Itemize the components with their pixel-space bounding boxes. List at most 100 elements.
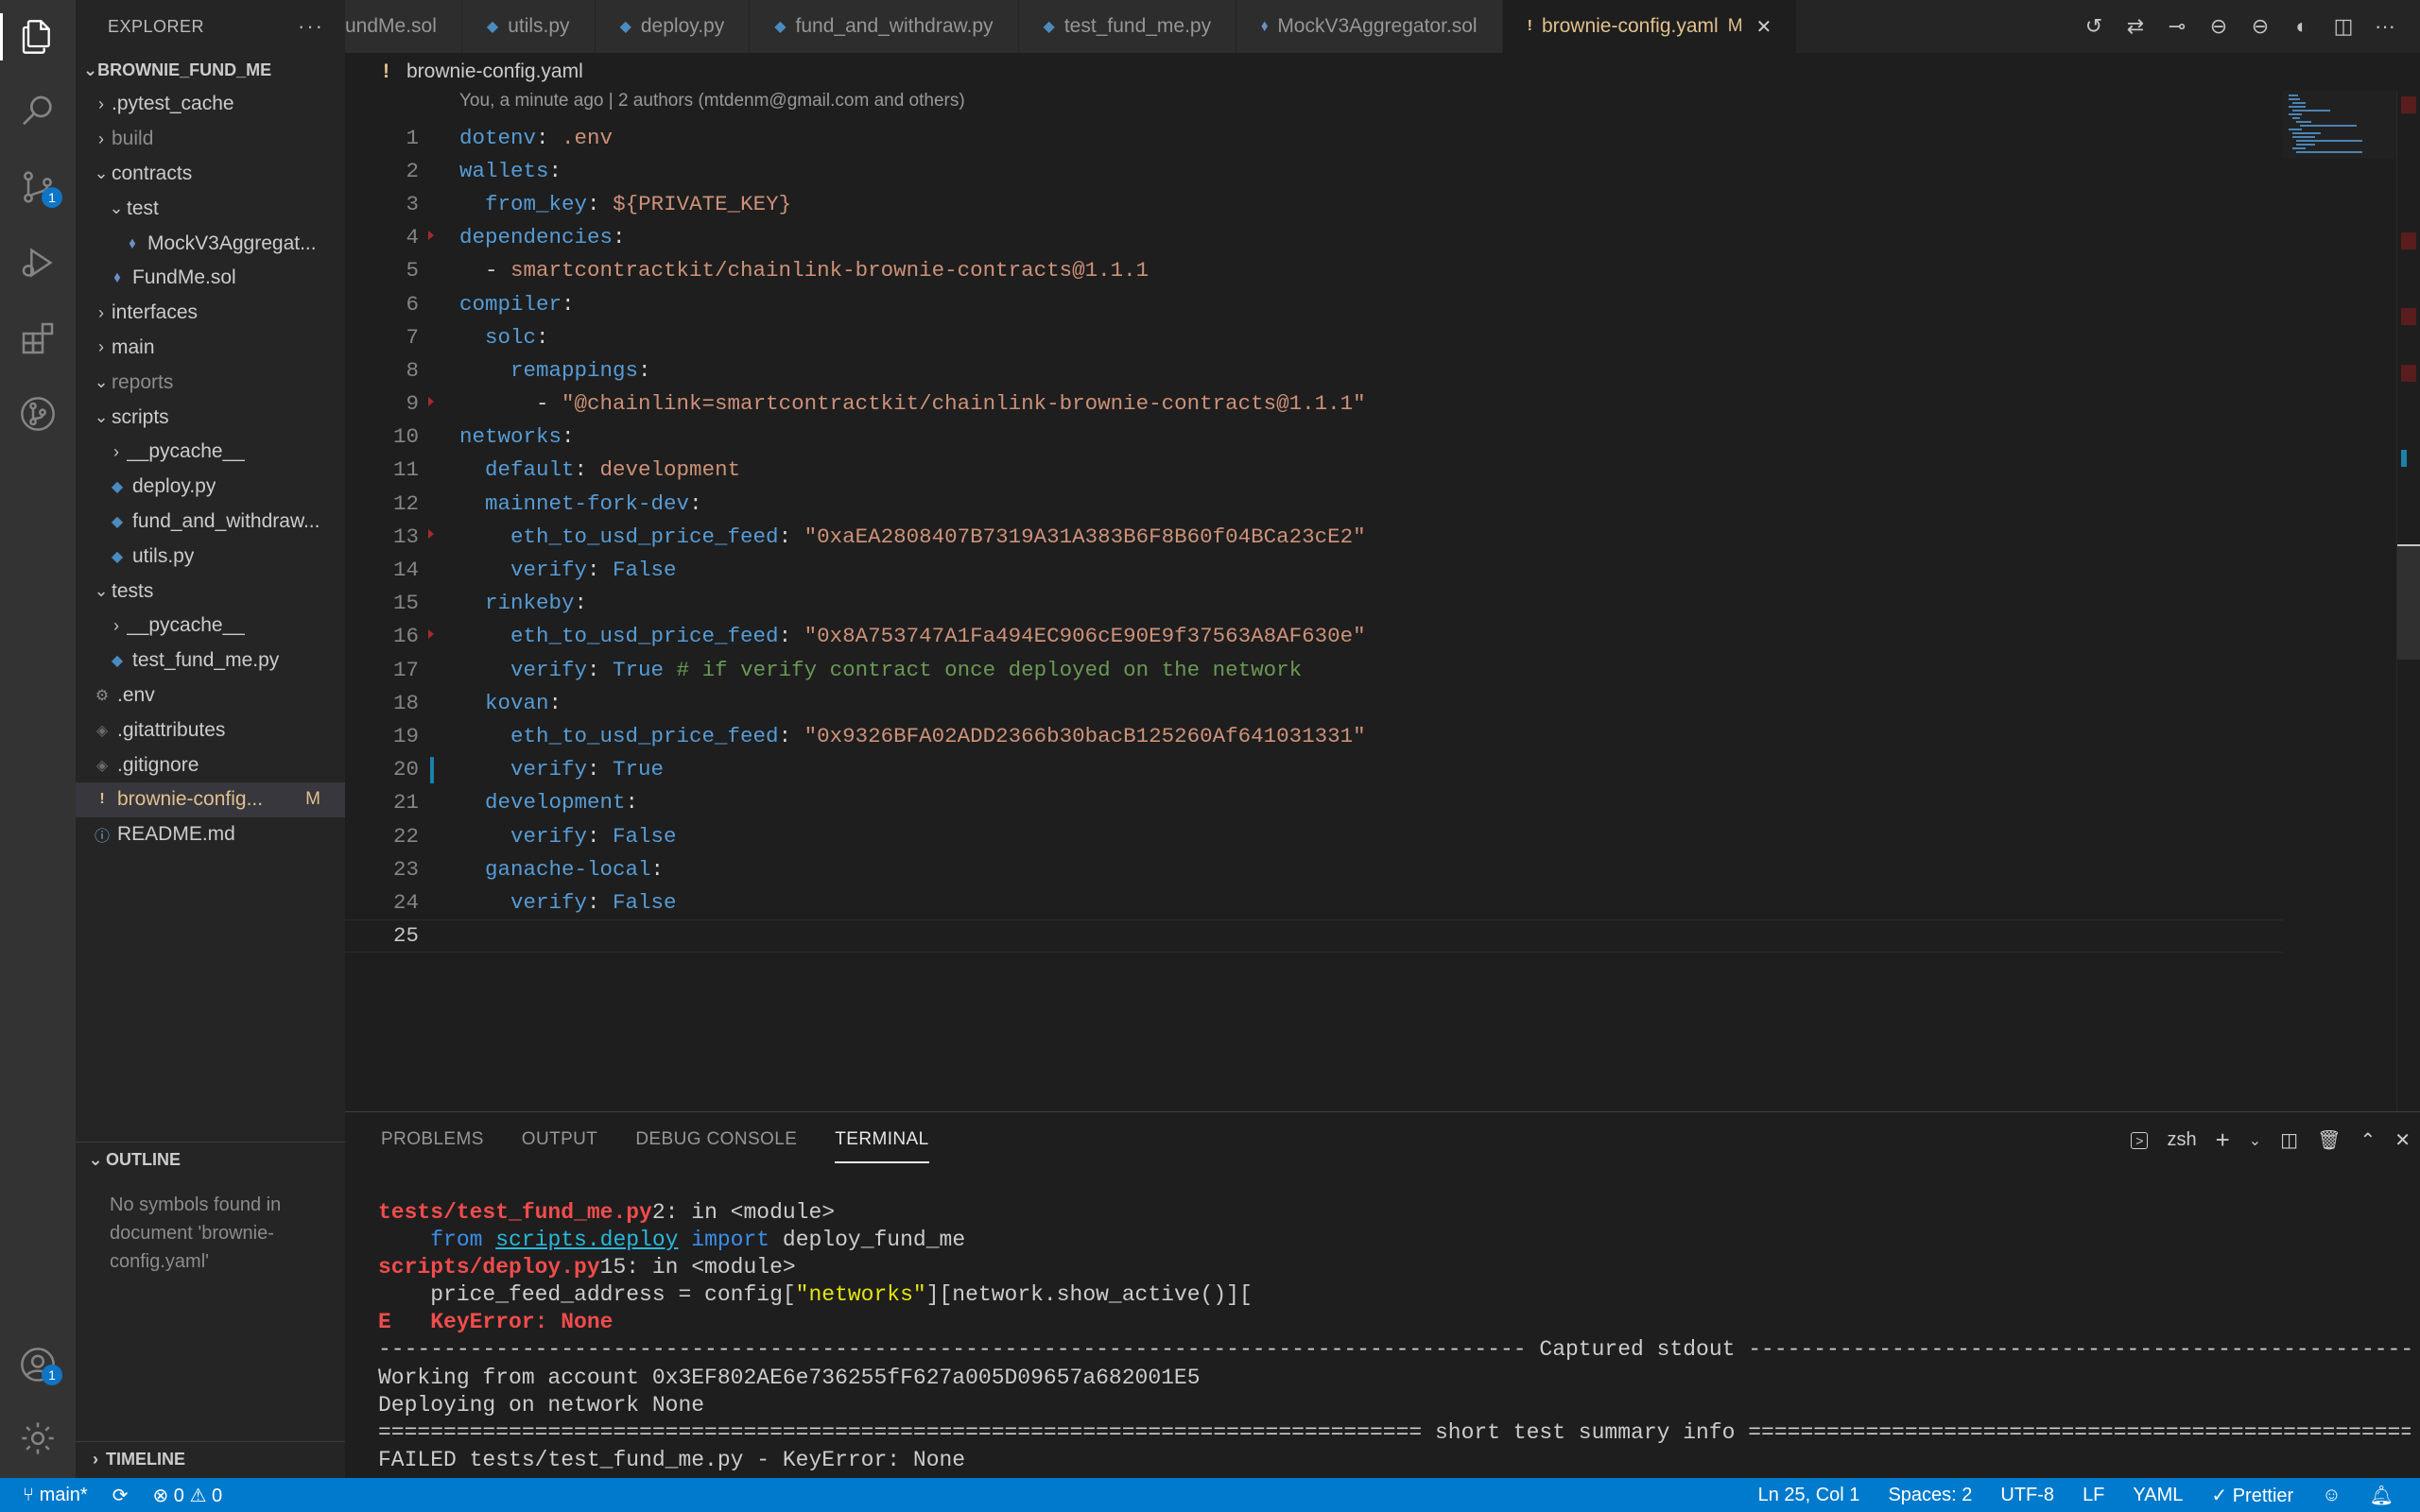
deleted-lines-marker[interactable]	[428, 396, 434, 406]
git-branch[interactable]: ⑂ main*	[23, 1485, 88, 1506]
chevron-down-icon[interactable]: ⌄	[2249, 1131, 2261, 1150]
code-line[interactable]: 24 verify: False	[345, 885, 2283, 919]
code-line[interactable]: 19 eth_to_usd_price_feed: "0x9326BFA02AD…	[345, 719, 2283, 752]
minimap[interactable]	[2283, 91, 2396, 159]
run-debug-icon[interactable]	[17, 242, 59, 284]
code-line[interactable]: 8 remappings:	[345, 353, 2283, 387]
code-line[interactable]: 4 dependencies:	[345, 221, 2283, 254]
formatter-status[interactable]: ✓ Prettier	[2211, 1484, 2293, 1507]
tree-folder[interactable]: ⌄ contracts	[76, 157, 345, 192]
extensions-icon[interactable]	[17, 318, 59, 359]
code-line[interactable]: 18 kovan:	[345, 686, 2283, 719]
source-control-icon[interactable]: 1	[17, 166, 62, 208]
code-line[interactable]: 17 verify: True # if verify contract onc…	[345, 653, 2283, 686]
code-editor[interactable]: 1 dotenv: .env 2 wallets: 3 from_key: ${PRIV…	[345, 121, 2283, 953]
tree-file[interactable]: ◆ fund_and_withdraw...	[76, 505, 345, 540]
tree-file[interactable]: ⬧ MockV3Aggregat...	[76, 226, 345, 261]
git-graph-icon[interactable]	[17, 393, 59, 435]
search-icon[interactable]	[17, 91, 59, 132]
tree-folder[interactable]: › main	[76, 331, 345, 366]
tree-folder[interactable]: › __pycache__	[76, 609, 345, 644]
overview-ruler[interactable]	[2396, 91, 2420, 1111]
tree-file[interactable]: ⚙ .env	[76, 679, 345, 713]
scrollbar-slider[interactable]	[2397, 546, 2420, 660]
more-actions-icon[interactable]: ···	[2373, 14, 2397, 39]
code-line[interactable]: 5 - smartcontractkit/chainlink-brownie-c…	[345, 254, 2283, 287]
maximize-panel-icon[interactable]: ⌃	[2360, 1128, 2376, 1152]
deleted-lines-marker[interactable]	[428, 529, 434, 540]
cursor-position[interactable]: Ln 25, Col 1	[1758, 1485, 1860, 1506]
code-line[interactable]: 14 verify: False	[345, 553, 2283, 586]
code-line[interactable]: 11 default: development	[345, 454, 2283, 487]
tree-folder[interactable]: › __pycache__	[76, 435, 345, 470]
editor-tab[interactable]: ◆ test_fund_me.py	[1018, 0, 1237, 53]
outline-header[interactable]: ⌄ OUTLINE	[76, 1142, 345, 1177]
code-line[interactable]: 13 eth_to_usd_price_feed: "0xaEA2808407B…	[345, 520, 2283, 553]
code-line[interactable]: 23 ganache-local:	[345, 852, 2283, 885]
editor-tab[interactable]: ◆ deploy.py	[595, 0, 751, 53]
tree-folder[interactable]: ⌄ tests	[76, 574, 345, 609]
deleted-lines-marker[interactable]	[428, 230, 434, 240]
indentation[interactable]: Spaces: 2	[1888, 1485, 1972, 1506]
tree-file[interactable]: ◈ .gitattributes	[76, 713, 345, 747]
close-panel-icon[interactable]: ✕	[2394, 1128, 2411, 1152]
new-terminal-icon[interactable]: +	[2216, 1125, 2230, 1155]
tree-file[interactable]: ! brownie-config... M	[76, 782, 345, 817]
notifications-bell-icon[interactable]: 🔔︎	[2370, 1484, 2394, 1507]
split-editor-icon[interactable]: ◫	[2331, 14, 2356, 39]
tree-folder[interactable]: › interfaces	[76, 296, 345, 331]
code-line[interactable]: 1 dotenv: .env	[345, 121, 2283, 154]
timeline-history-icon[interactable]: ↺	[2082, 14, 2106, 39]
editor-tab[interactable]: ◆ fund_and_withdraw.py	[750, 0, 1019, 53]
deleted-lines-marker[interactable]	[428, 629, 434, 639]
tree-file[interactable]: ⬧ FundMe.sol	[76, 261, 345, 296]
git-blame-annotation[interactable]: You, a minute ago | 2 authors (mtdenm@gm…	[459, 91, 965, 112]
panel-tab-output[interactable]: OUTPUT	[522, 1129, 598, 1163]
code-line[interactable]: 3 from_key: ${PRIVATE_KEY}	[345, 187, 2283, 220]
code-line[interactable]: 9 - "@chainlink=smartcontractkit/chainli…	[345, 387, 2283, 421]
tree-folder[interactable]: ⌄ test	[76, 191, 345, 226]
tree-file[interactable]: ◆ deploy.py	[76, 470, 345, 505]
code-line[interactable]: 20 verify: True	[345, 753, 2283, 786]
code-line[interactable]: 15 rinkeby:	[345, 587, 2283, 620]
modified-line-marker[interactable]	[430, 756, 434, 783]
split-terminal-icon[interactable]: ◫	[2280, 1128, 2298, 1152]
previous-change-icon[interactable]: ⊖	[2206, 14, 2231, 39]
editor-tab[interactable]: ⬧ MockV3Aggregator.sol	[1236, 0, 1503, 53]
panel-tab-debug-console[interactable]: DEBUG CONSOLE	[635, 1129, 797, 1163]
panel-tab-problems[interactable]: PROBLEMS	[381, 1129, 484, 1163]
project-root[interactable]: ⌄ BROWNIE_FUND_ME	[76, 53, 345, 87]
tree-folder[interactable]: › .pytest_cache	[76, 87, 345, 122]
git-lens-icon[interactable]: ◐	[2290, 14, 2314, 39]
tree-folder[interactable]: ⌄ reports	[76, 365, 345, 400]
panel-tab-terminal[interactable]: TERMINAL	[835, 1129, 929, 1163]
sync-icon[interactable]: ⟳	[112, 1484, 129, 1507]
end-of-line[interactable]: LF	[2083, 1485, 2104, 1506]
code-line[interactable]: 10 networks:	[345, 421, 2283, 454]
code-line[interactable]: 7 solc:	[345, 320, 2283, 353]
tree-folder[interactable]: ⌄ scripts	[76, 400, 345, 435]
feedback-icon[interactable]: ☺	[2322, 1485, 2341, 1506]
code-line[interactable]: 6 compiler:	[345, 287, 2283, 320]
open-changes-icon[interactable]: ⇄	[2123, 14, 2148, 39]
next-change-icon[interactable]: ⊖	[2248, 14, 2273, 39]
code-line[interactable]: 21 development:	[345, 786, 2283, 819]
terminal-icon[interactable]: >	[2131, 1131, 2149, 1149]
editor-tab[interactable]: ◆ utils.py	[461, 0, 596, 53]
code-line[interactable]: 16 eth_to_usd_price_feed: "0x8A753747A1F…	[345, 620, 2283, 653]
code-line[interactable]: 25	[345, 919, 2283, 953]
editor-tab[interactable]: undMe.sol	[345, 0, 462, 53]
trash-icon[interactable]: 🗑︎	[2317, 1128, 2341, 1152]
encoding[interactable]: UTF-8	[2000, 1485, 2054, 1506]
editor-tab[interactable]: ! brownie-config.yaml M ✕	[1502, 0, 1798, 53]
language-mode[interactable]: YAML	[2133, 1485, 2183, 1506]
tree-file[interactable]: ◈ .gitignore	[76, 747, 345, 782]
code-line[interactable]: 12 mainnet-fork-dev:	[345, 487, 2283, 520]
close-tab-icon[interactable]: ✕	[1756, 15, 1772, 39]
explorer-icon[interactable]	[17, 16, 59, 58]
accounts-icon[interactable]: 1	[17, 1344, 62, 1385]
terminal-output[interactable]: tests/test_fund_me.py2: in <module> from…	[378, 1199, 2411, 1474]
breadcrumb[interactable]: ! brownie-config.yaml	[345, 53, 583, 91]
git-commit-icon[interactable]: ⊸	[2165, 14, 2189, 39]
code-line[interactable]: 22 verify: False	[345, 819, 2283, 852]
